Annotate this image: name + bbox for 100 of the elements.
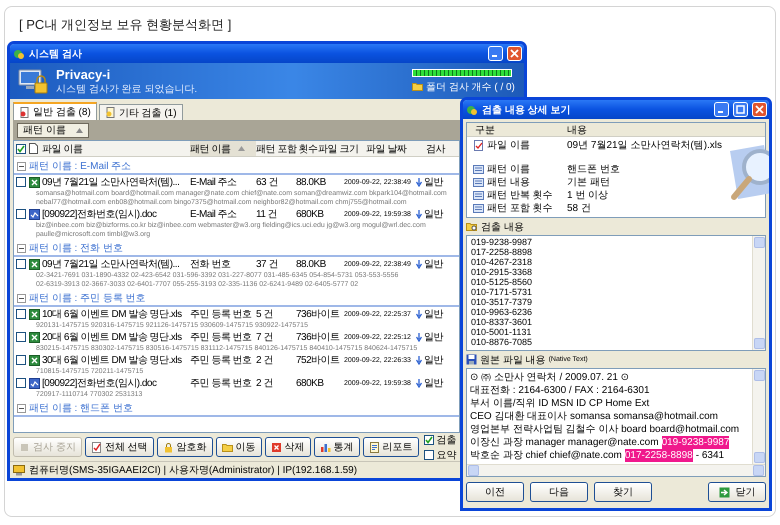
file-name: [090922]전화번호(임시).doc <box>42 377 158 390</box>
table-cell-text: 전화 번호 <box>190 258 232 271</box>
source-text-box[interactable] <box>466 368 766 477</box>
tab[interactable]: 일반 검출 (8) <box>13 102 97 120</box>
table-cell-text: 일반 <box>424 308 443 321</box>
checkbox[interactable] <box>16 378 26 388</box>
checklist-icon <box>90 442 102 452</box>
table-cell-text: 680KB <box>296 208 325 220</box>
collapse-icon <box>17 404 26 412</box>
minimize-button[interactable] <box>714 102 729 117</box>
checkbox[interactable] <box>16 144 26 154</box>
toolbar-button[interactable]: 리포트 <box>362 437 419 457</box>
column-header[interactable]: 파일 이름 <box>42 141 190 156</box>
list-item[interactable]: 010-7171-5731 <box>471 287 748 297</box>
checkbox[interactable] <box>424 450 434 460</box>
field-label: 파일 이름 <box>487 139 530 152</box>
close-button[interactable] <box>507 46 522 61</box>
dialog-button[interactable]: 찾기 <box>594 482 652 502</box>
monitor-lock-icon <box>18 68 48 94</box>
bar-chart-icon <box>320 442 331 452</box>
checkbox[interactable] <box>424 434 434 444</box>
minimize-button[interactable] <box>488 46 503 61</box>
app-icon <box>13 48 25 60</box>
table-cell-text: 일반 <box>424 208 443 221</box>
column-header[interactable]: 패턴 이름 <box>190 141 256 156</box>
document-check-icon <box>473 140 484 150</box>
list-item[interactable]: 010-5001-1131 <box>471 327 748 337</box>
group-label[interactable]: 패턴 이름 : 핸드폰 번호 <box>29 401 133 415</box>
match-listbox[interactable]: 019-9238-9987 017-2258-8898 010-4267-2318 010-2915-3368 010-5125-8560 010-7171-5731 010-3517-7379 010-9963-6236 010-8337-3601 010-5001-1131 010-8876-7085 <box>466 235 766 351</box>
list-item[interactable]: 010-3517-7379 <box>471 297 748 307</box>
close-icon <box>510 49 519 58</box>
table-cell-text: 736바이트 <box>296 331 341 344</box>
list-item[interactable]: 010-5125-8560 <box>471 277 748 287</box>
toolbar-button[interactable]: 삭제 <box>264 437 311 457</box>
highlighted-match: 019-9238-9987 <box>662 436 730 449</box>
checkbox[interactable] <box>16 259 26 269</box>
checkbox[interactable] <box>16 355 26 365</box>
column-header[interactable]: 검사 <box>426 141 456 156</box>
collapse-icon <box>17 294 26 302</box>
down-arrow-icon <box>416 178 422 186</box>
toolbar-button[interactable]: 이동 <box>216 437 262 457</box>
table-cell-text: E-Mail 주소 <box>190 208 238 221</box>
file-name: 09년 7월21일 소만사연락처(템)... <box>42 176 180 189</box>
list-icon <box>473 164 484 174</box>
list-item[interactable]: 010-9963-6236 <box>471 307 748 317</box>
table-cell-text: 88.0KB <box>296 176 327 188</box>
down-arrow-icon <box>416 210 422 218</box>
group-label[interactable]: 패턴 이름 : E-Mail 주소 <box>29 159 132 173</box>
toolbar-button[interactable]: 통계 <box>314 437 360 457</box>
spreadsheet-icon <box>29 308 40 320</box>
group-by-chip[interactable]: 패턴 이름 <box>17 122 89 138</box>
group-label[interactable]: 패턴 이름 : 주민 등록 번호 <box>29 291 146 305</box>
list-item[interactable]: 010-2915-3368 <box>471 267 748 277</box>
table-cell-text: 63 건 <box>256 176 279 189</box>
list-item[interactable]: 010-4267-2318 <box>471 257 748 267</box>
checkbox[interactable] <box>16 332 26 342</box>
table-cell-text: 주민 등록 번호 <box>190 354 253 367</box>
dialog-button[interactable]: 닫기 <box>708 482 766 502</box>
list-item[interactable]: 017-2258-8898 <box>471 247 748 257</box>
list-item[interactable]: 010-8337-3601 <box>471 317 748 327</box>
close-button[interactable] <box>752 102 767 117</box>
list-item[interactable]: 010-8876-7085 <box>471 337 748 347</box>
field-value: 58 건 <box>567 202 592 215</box>
table-cell-text: 2 건 <box>256 354 274 367</box>
section-label: 원본 파일 내용 <box>480 354 546 366</box>
column-header: 구분 <box>475 124 496 137</box>
column-header[interactable]: 패턴 포함 횟수 <box>256 141 318 156</box>
dialog-button[interactable]: 다음 <box>530 482 588 502</box>
lock-icon <box>162 442 174 452</box>
spreadsheet-icon <box>29 354 40 366</box>
table-cell-text: 주민 등록 번호 <box>190 331 253 344</box>
file-name: 30대 6월 이벤트 DM 발송 명단.xls <box>42 354 183 367</box>
text-document-icon <box>29 378 40 388</box>
checkbox[interactable] <box>16 309 26 319</box>
checkbox[interactable] <box>16 209 26 219</box>
toolbar-button[interactable]: 전체 선택 <box>84 437 154 457</box>
column-header[interactable]: 파일 날짜 <box>366 141 426 156</box>
checkbox[interactable] <box>16 177 26 187</box>
spreadsheet-icon <box>29 332 40 342</box>
collapse-icon <box>17 244 26 252</box>
app-icon <box>466 104 478 116</box>
column-header[interactable]: 파일 크기 <box>318 141 366 156</box>
table-cell-text: 일반 <box>424 176 443 189</box>
list-item[interactable]: 019-9238-9987 <box>471 237 748 247</box>
table-cell-text: 일반 <box>424 377 443 390</box>
maximize-button[interactable] <box>733 102 748 117</box>
scrollbar[interactable] <box>467 464 765 476</box>
list-icon <box>473 202 484 214</box>
scrollbar[interactable] <box>752 369 765 464</box>
status-message: 시스템 검사가 완료 되었습니다. <box>56 82 198 96</box>
dialog-button[interactable]: 이전 <box>466 482 524 502</box>
field-value: 1 번 이상 <box>567 189 610 202</box>
toolbar-button[interactable]: 암호화 <box>156 437 213 457</box>
down-arrow-icon <box>416 356 422 364</box>
table-cell-text: 88.0KB <box>296 258 327 270</box>
scrollbar[interactable] <box>752 236 765 350</box>
table-cell-text: 11 건 <box>256 208 278 221</box>
group-label[interactable]: 패턴 이름 : 전화 번호 <box>29 241 123 255</box>
spreadsheet-icon <box>29 258 40 270</box>
tab[interactable]: 기타 검출 (1) <box>98 104 183 120</box>
